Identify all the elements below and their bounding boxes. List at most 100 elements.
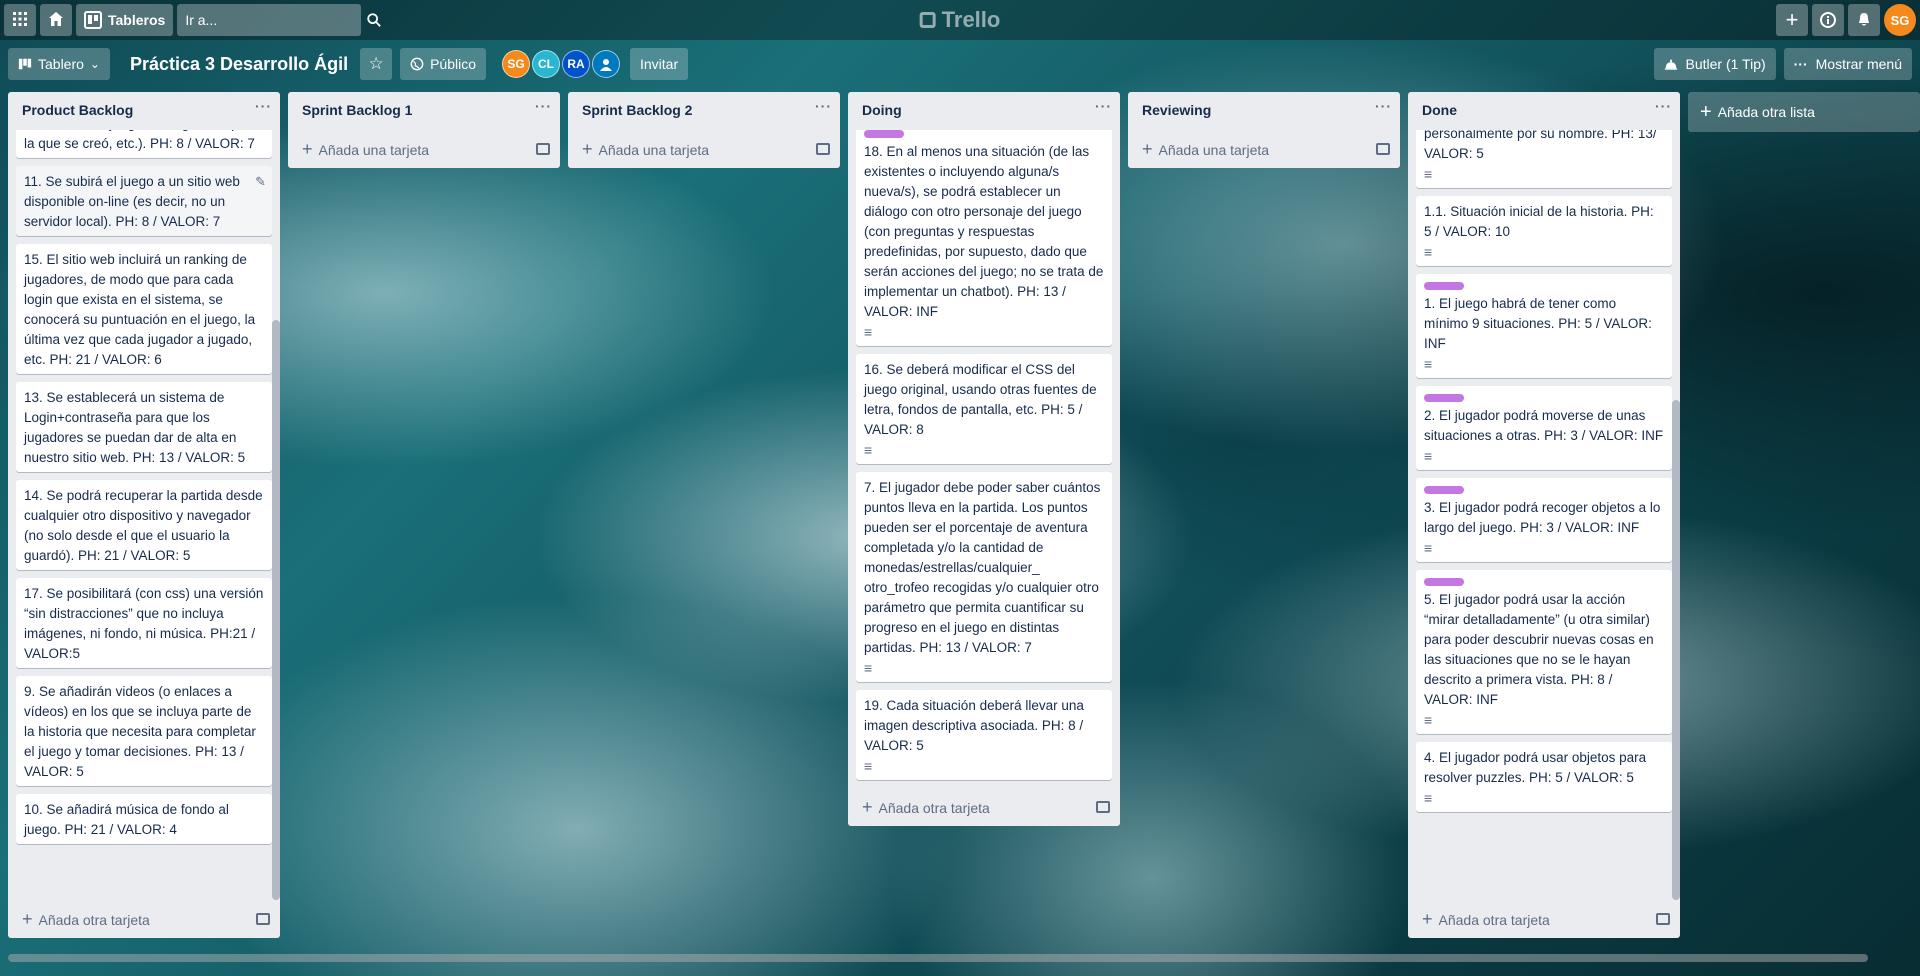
list-scrollbar[interactable]	[272, 320, 280, 900]
boards-button[interactable]: Tableros	[76, 4, 174, 36]
list-menu-icon[interactable]: ···	[815, 98, 832, 130]
list-header[interactable]: Sprint Backlog 1 ···	[288, 92, 560, 130]
card[interactable]: 5. El jugador podrá usar la acción “mira…	[1416, 570, 1672, 734]
member-avatar[interactable]: CL	[532, 50, 560, 78]
card[interactable]: 2. El jugador podrá moverse de unas situ…	[1416, 386, 1672, 470]
list-header[interactable]: Sprint Backlog 2 ···	[568, 92, 840, 130]
info-button[interactable]	[1812, 4, 1844, 36]
list-title[interactable]: Product Backlog	[22, 102, 133, 130]
list-scrollbar[interactable]	[1672, 400, 1680, 900]
list-header[interactable]: Done ···	[1408, 92, 1680, 130]
butler-button[interactable]: Butler (1 Tip)	[1653, 48, 1776, 80]
apps-menu-button[interactable]	[4, 4, 36, 36]
list-header[interactable]: Reviewing ···	[1128, 92, 1400, 130]
trello-logo[interactable]: Trello	[919, 7, 1000, 33]
top-header: Tableros Trello + SG	[0, 0, 1920, 40]
notifications-button[interactable]	[1848, 4, 1880, 36]
add-card-button[interactable]: + Añada otra tarjeta	[848, 788, 1120, 826]
plus-icon: +	[582, 138, 593, 159]
add-card-button[interactable]: + Añada otra tarjeta	[8, 900, 280, 938]
list-product-backlog: Product Backlog ··· creadores del juego,…	[8, 92, 280, 938]
plus-icon: +	[1422, 908, 1433, 929]
user-avatar[interactable]: SG	[1884, 4, 1916, 36]
card[interactable]: personalmente por su nombre. PH: 13/ VAL…	[1416, 130, 1672, 188]
card[interactable]: 10. Se añadirá música de fondo al juego.…	[16, 794, 272, 844]
card[interactable]: 4. El jugador podrá usar objetos para re…	[1416, 742, 1672, 812]
board-horizontal-scrollbar[interactable]	[8, 954, 1868, 962]
card[interactable]: 13. Se establecerá un sistema de Login+c…	[16, 382, 272, 472]
card[interactable]: 16. Se deberá modificar el CSS del juego…	[856, 354, 1112, 464]
invite-button[interactable]: Invitar	[630, 48, 689, 80]
search-input[interactable]	[185, 12, 367, 28]
member-avatar[interactable]: SG	[502, 50, 530, 78]
add-list-label: Añada otra lista	[1717, 104, 1815, 120]
card[interactable]: 11. Se subirá el juego a un sitio web di…	[16, 166, 272, 236]
card-label	[1424, 486, 1464, 494]
list-menu-icon[interactable]: ···	[1095, 98, 1112, 130]
add-member-icon[interactable]	[592, 50, 620, 78]
add-card-button[interactable]: + Añada otra tarjeta	[1408, 900, 1680, 938]
board-header: Tablero ⌄ Práctica 3 Desarrollo Ágil ☆ P…	[0, 44, 1920, 84]
list-title[interactable]: Doing	[862, 102, 902, 130]
card-label	[1424, 394, 1464, 402]
list-title[interactable]: Done	[1422, 102, 1457, 130]
card-title: 1. El juego habrá de tener como mínimo 9…	[1424, 296, 1652, 351]
description-icon: ≡	[1424, 244, 1433, 260]
card[interactable]: creadores del juego, la asignatura para …	[16, 130, 272, 158]
card[interactable]: 1. El juego habrá de tener como mínimo 9…	[1416, 274, 1672, 378]
card-title: 7. El jugador debe poder saber cuántos p…	[864, 480, 1101, 655]
home-button[interactable]	[40, 4, 72, 36]
list-title[interactable]: Sprint Backlog 1	[302, 102, 412, 130]
card-template-icon[interactable]	[816, 143, 830, 155]
add-card-label: Añada otra tarjeta	[38, 911, 150, 928]
list-header[interactable]: Doing ···	[848, 92, 1120, 130]
star-button[interactable]: ☆	[360, 48, 393, 80]
search-icon[interactable]	[366, 12, 382, 28]
list-title[interactable]: Sprint Backlog 2	[582, 102, 692, 130]
add-card-button[interactable]: + Añada una tarjeta	[1128, 130, 1400, 168]
card-template-icon[interactable]	[256, 913, 270, 925]
description-icon: ≡	[864, 758, 873, 774]
description-icon: ≡	[1424, 712, 1433, 728]
card[interactable]: 17. Se posibilitará (con css) una versió…	[16, 578, 272, 668]
add-card-button[interactable]: + Añada una tarjeta	[568, 130, 840, 168]
card-template-icon[interactable]	[1096, 801, 1110, 813]
list-menu-icon[interactable]: ···	[1375, 98, 1392, 130]
board-lists: Product Backlog ··· creadores del juego,…	[8, 92, 1920, 938]
add-card-label: Añada una tarjeta	[1158, 141, 1270, 158]
card-template-icon[interactable]	[1656, 913, 1670, 925]
board-title[interactable]: Práctica 3 Desarrollo Ágil	[130, 54, 348, 75]
card[interactable]: 14. Se podrá recuperar la partida desde …	[16, 480, 272, 570]
create-button[interactable]: +	[1776, 4, 1808, 36]
card-template-icon[interactable]	[1376, 143, 1390, 155]
card[interactable]: 15. El sitio web incluirá un ranking de …	[16, 244, 272, 374]
list-header[interactable]: Product Backlog ···	[8, 92, 280, 130]
add-card-button[interactable]: + Añada una tarjeta	[288, 130, 560, 168]
search-box[interactable]	[177, 4, 382, 36]
add-card-label: Añada una tarjeta	[318, 141, 430, 158]
card[interactable]: 1.1. Situación inicial de la historia. P…	[1416, 196, 1672, 266]
card[interactable]: 3. El jugador podrá recoger objetos a lo…	[1416, 478, 1672, 562]
butler-label: Butler (1 Tip)	[1685, 56, 1766, 72]
description-icon: ≡	[1424, 540, 1433, 556]
pencil-icon[interactable]: ✎	[255, 172, 266, 192]
board-view-switcher[interactable]: Tablero ⌄	[8, 48, 110, 80]
list-title[interactable]: Reviewing	[1142, 102, 1211, 130]
card-template-icon[interactable]	[536, 143, 550, 155]
card[interactable]: 19. Cada situación deberá llevar una ima…	[856, 690, 1112, 780]
visibility-button[interactable]: Público	[400, 48, 486, 80]
card[interactable]: 9. Se añadirán videos (o enlaces a vídeo…	[16, 676, 272, 786]
list-menu-icon[interactable]: ···	[1655, 98, 1672, 130]
list-menu-icon[interactable]: ···	[255, 98, 272, 130]
board-scroll-thumb[interactable]	[8, 954, 1868, 962]
card-title: 4. El jugador podrá usar objetos para re…	[1424, 750, 1647, 785]
member-avatar[interactable]: RA	[562, 50, 590, 78]
card[interactable]: 18. En al menos una situación (de las ex…	[856, 130, 1112, 346]
list-menu-icon[interactable]: ···	[535, 98, 552, 130]
card-label	[864, 130, 904, 138]
plus-icon: +	[302, 138, 313, 159]
card-title: 3. El jugador podrá recoger objetos a lo…	[1424, 500, 1661, 535]
card[interactable]: 7. El jugador debe poder saber cuántos p…	[856, 472, 1112, 682]
show-menu-button[interactable]: ··· Mostrar menú	[1783, 48, 1912, 80]
add-list-button[interactable]: + Añada otra lista	[1688, 92, 1920, 132]
